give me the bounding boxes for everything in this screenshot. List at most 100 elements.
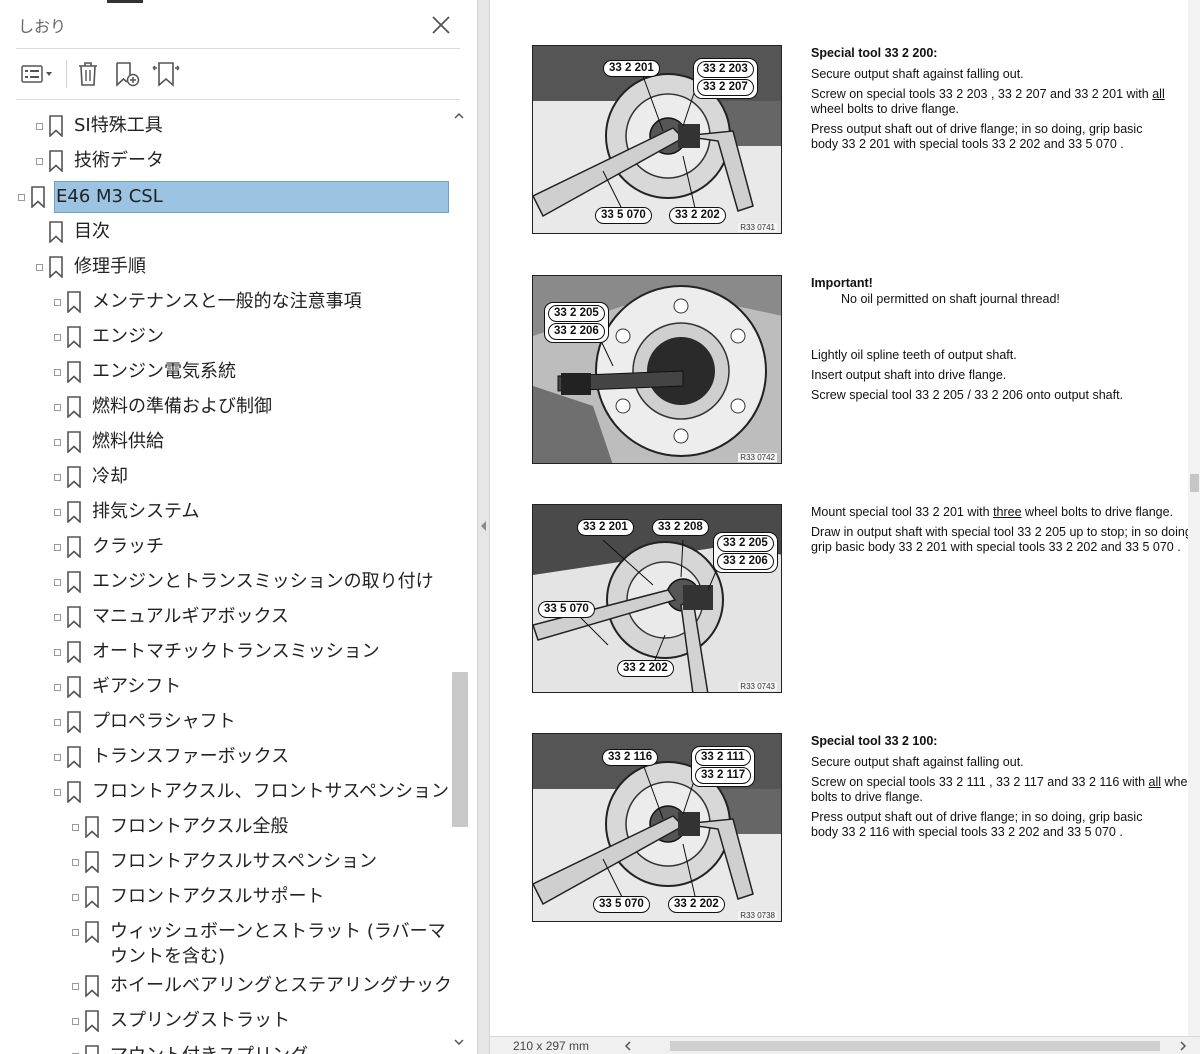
bookmark-item[interactable]: フロントアクスル全般 <box>16 811 449 843</box>
expand-toggle-icon[interactable] <box>54 754 61 761</box>
bookmark-icon <box>67 676 81 698</box>
bookmarks-scrollbar[interactable] <box>449 108 469 1054</box>
scroll-thumb[interactable] <box>452 672 468 827</box>
collapse-panel-icon[interactable] <box>481 521 486 531</box>
bookmark-item[interactable]: 燃料の準備および制御 <box>16 391 449 423</box>
scroll-down-icon[interactable] <box>453 1036 465 1048</box>
divider <box>16 48 460 49</box>
bookmark-item[interactable]: 燃料供給 <box>16 426 449 458</box>
scroll-thumb[interactable] <box>1190 474 1199 492</box>
panel-splitter[interactable] <box>477 0 490 1054</box>
bookmark-item[interactable]: 修理手順 <box>16 251 449 283</box>
instruction-text: Insert output shaft into drive flange. <box>811 368 1007 382</box>
bookmark-item[interactable]: マニュアルギアボックス <box>16 601 449 633</box>
bookmark-item[interactable]: ホイールベアリングとステアリングナックル <box>16 970 449 1002</box>
expand-bookmark-button[interactable] <box>150 58 182 90</box>
bookmark-expand-icon <box>152 62 180 87</box>
bookmark-item-selected[interactable]: E46 M3 CSL <box>16 181 449 213</box>
scroll-right-icon[interactable] <box>1178 1040 1188 1052</box>
expand-toggle-icon[interactable] <box>18 194 25 201</box>
bookmark-label: エンジン電気系統 <box>92 361 236 382</box>
bookmark-item[interactable]: ウィッシュボーンとストラット (ラバーマウントを含む) <box>16 916 449 967</box>
tool-callout: 33 2 111 <box>695 749 752 766</box>
expand-toggle-icon[interactable] <box>54 544 61 551</box>
expand-toggle-icon[interactable] <box>36 158 43 165</box>
expand-toggle-icon[interactable] <box>54 474 61 481</box>
expand-toggle-icon[interactable] <box>54 334 61 341</box>
bookmark-item[interactable]: オートマチックトランスミッション <box>16 636 449 668</box>
bookmark-item[interactable]: エンジンとトランスミッションの取り付け <box>16 566 449 598</box>
bookmark-icon <box>49 221 63 243</box>
bookmark-item[interactable]: メンテナンスと一般的な注意事項 <box>16 286 449 318</box>
expand-toggle-icon[interactable] <box>72 929 79 936</box>
tool-callout: 33 2 202 <box>669 207 726 224</box>
bookmark-item[interactable]: SI特殊工具 <box>16 110 449 142</box>
bookmark-item[interactable]: 目次 <box>16 216 449 248</box>
tool-callout: 33 2 117 <box>695 767 752 784</box>
figure-1: 33 2 201 33 2 203 33 2 207 33 5 070 33 2 202… <box>532 45 782 234</box>
bookmark-item[interactable]: ギアシフト <box>16 671 449 703</box>
expand-toggle-icon[interactable] <box>54 439 61 446</box>
expand-toggle-icon[interactable] <box>54 684 61 691</box>
document-vertical-scrollbar[interactable] <box>1188 0 1200 1036</box>
bookmark-options-button[interactable] <box>18 58 56 90</box>
expand-toggle-icon[interactable] <box>54 404 61 411</box>
scroll-left-icon[interactable] <box>623 1040 633 1052</box>
expand-toggle-icon[interactable] <box>54 509 61 516</box>
bookmark-item[interactable]: エンジン電気系統 <box>16 356 449 388</box>
expand-toggle-icon[interactable] <box>54 649 61 656</box>
figure-reference: R33 0741 <box>738 223 777 232</box>
bookmark-item[interactable]: 冷却 <box>16 461 449 493</box>
bookmark-label: マニュアルギアボックス <box>92 606 289 627</box>
expand-toggle-icon[interactable] <box>72 824 79 831</box>
delete-bookmark-button[interactable] <box>74 58 102 90</box>
expand-toggle-icon[interactable] <box>54 719 61 726</box>
bookmark-item[interactable]: プロペラシャフト <box>16 706 449 738</box>
bookmark-item[interactable]: スプリングストラット <box>16 1005 449 1037</box>
figure-reference: R33 0738 <box>738 911 777 920</box>
tool-callout: 33 2 205 <box>548 305 605 322</box>
tool-callout: 33 2 207 <box>697 79 754 96</box>
expand-toggle-icon[interactable] <box>36 264 43 271</box>
expand-toggle-icon[interactable] <box>54 579 61 586</box>
list-options-icon <box>21 65 52 83</box>
expand-toggle-icon[interactable] <box>54 614 61 621</box>
bookmark-item[interactable]: フロントアクスル、フロントサスペンション <box>16 776 449 808</box>
expand-toggle-icon[interactable] <box>72 859 79 866</box>
bookmark-label: マウント付きスプリング <box>110 1045 308 1054</box>
bookmark-icon <box>85 1010 99 1032</box>
scroll-up-icon[interactable] <box>453 110 465 122</box>
bookmark-item[interactable]: 排気システム <box>16 496 449 528</box>
bookmark-icon <box>67 326 81 348</box>
callout-group: 33 2 205 33 2 206 <box>544 302 609 343</box>
expand-toggle-icon[interactable] <box>36 123 43 130</box>
expand-toggle-icon[interactable] <box>54 299 61 306</box>
figure-reference: R33 0743 <box>738 682 777 691</box>
expand-toggle-icon[interactable] <box>72 1018 79 1025</box>
bookmark-item[interactable]: エンジン <box>16 321 449 353</box>
bookmarks-panel: しおり SI特殊工具 技術データ E46 M3 CSL 目次 修理手順 メンテナ… <box>0 0 477 1054</box>
new-bookmark-button[interactable] <box>112 58 142 90</box>
scroll-thumb[interactable] <box>670 1041 1160 1051</box>
bookmark-item[interactable]: フロントアクスルサスペンション <box>16 846 449 878</box>
bookmark-icon <box>67 641 81 663</box>
bookmark-icon <box>67 781 81 803</box>
close-panel-button[interactable] <box>430 14 452 36</box>
bookmark-icon <box>67 431 81 453</box>
bookmark-item[interactable]: マウント付きスプリング <box>16 1040 449 1054</box>
expand-toggle-icon[interactable] <box>72 983 79 990</box>
bookmark-item[interactable]: クラッチ <box>16 531 449 563</box>
expand-toggle-icon[interactable] <box>54 369 61 376</box>
bookmark-label: ウィッシュボーンとストラット (ラバーマウントを含む) <box>110 921 446 967</box>
expand-toggle-icon[interactable] <box>72 894 79 901</box>
close-icon <box>432 16 450 34</box>
bookmark-item[interactable]: トランスファーボックス <box>16 741 449 773</box>
tool-callout: 33 5 070 <box>538 601 595 618</box>
horizontal-scroll-track[interactable] <box>640 1041 1176 1051</box>
instruction-block-1: Special tool 33 2 200: Secure output sha… <box>811 46 1200 157</box>
bookmark-item[interactable]: フロントアクスルサポート <box>16 881 449 913</box>
divider <box>16 99 460 100</box>
expand-toggle-icon[interactable] <box>54 789 61 796</box>
scroll-track[interactable] <box>451 132 468 1038</box>
bookmark-item[interactable]: 技術データ <box>16 145 449 177</box>
